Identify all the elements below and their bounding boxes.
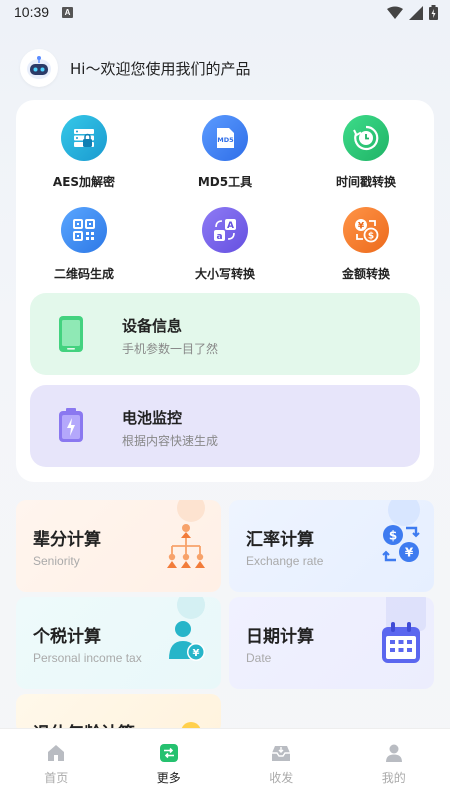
svg-text:¥: ¥: [358, 222, 365, 232]
greeting-row: Hi～欢迎您使用我们的产品: [20, 48, 250, 88]
device-info-banner[interactable]: 设备信息 手机参数一目了然: [30, 293, 420, 375]
battery-monitor-banner[interactable]: 电池监控 根据内容快速生成: [30, 385, 420, 467]
tool-letter-case[interactable]: Aa 大小写转换: [165, 207, 285, 282]
banner-title: 设备信息: [122, 317, 183, 335]
wifi-icon: [387, 6, 403, 19]
user-icon: [385, 744, 402, 762]
more-icon: [159, 744, 178, 762]
person-tax-icon: ¥: [167, 619, 207, 669]
svg-text:MD5: MD5: [217, 136, 234, 144]
calc-title: 辈分计算: [33, 530, 101, 550]
banner-subtitle: 手机参数一目了然: [122, 342, 219, 356]
calc-subtitle: Seniority: [33, 554, 80, 568]
signal-icon: [409, 5, 423, 20]
svg-text:A: A: [227, 221, 234, 231]
nav-inbox[interactable]: 收发: [225, 729, 338, 801]
greeting-text: Hi～欢迎您使用我们的产品: [70, 59, 251, 78]
calc-exchange-rate[interactable]: 汇率计算 Exchange rate $ ¥: [229, 500, 434, 592]
tool-aes[interactable]: AES加解密: [24, 115, 144, 190]
clock-refresh-icon: [343, 115, 389, 161]
battery-icon: [58, 407, 84, 447]
tool-label: MD5工具: [197, 175, 253, 189]
calc-title: 日期计算: [246, 627, 314, 647]
svg-text:a: a: [216, 232, 222, 242]
status-bar: 10:39 A: [0, 0, 450, 26]
nav-label: 收发: [269, 771, 294, 785]
status-time: 10:39: [14, 4, 50, 20]
server-lock-icon: [61, 115, 107, 161]
tool-currency[interactable]: ¥ $ 金额转换: [306, 207, 426, 282]
svg-text:¥: ¥: [193, 648, 200, 659]
notification-a-icon: A: [62, 7, 73, 18]
letter-case-icon: Aa: [202, 207, 248, 253]
tool-qrcode[interactable]: 二维码生成: [24, 207, 144, 282]
nav-home[interactable]: 首页: [0, 729, 113, 801]
currency-exchange-icon: ¥ $: [343, 207, 389, 253]
svg-text:¥: ¥: [405, 546, 414, 560]
qr-code-icon: [61, 207, 107, 253]
bottom-nav: 首页 更多 收发 我的: [0, 728, 450, 801]
calc-subtitle: Personal income tax: [33, 651, 142, 665]
nav-profile[interactable]: 我的: [338, 729, 450, 801]
inbox-icon: [272, 746, 291, 761]
calc-date[interactable]: 日期计算 Date: [229, 597, 434, 689]
home-icon: [48, 745, 65, 761]
calc-income-tax[interactable]: 个税计算 Personal income tax ¥: [16, 597, 221, 689]
phone-icon: [58, 315, 84, 357]
calc-title: 汇率计算: [246, 530, 314, 550]
nav-more[interactable]: 更多: [113, 729, 226, 801]
calc-title: 个税计算: [33, 627, 101, 647]
tool-timestamp[interactable]: 时间戳转换: [306, 115, 426, 190]
family-tree-icon: [165, 522, 207, 574]
svg-text:$: $: [368, 232, 374, 242]
calc-seniority[interactable]: 辈分计算 Seniority: [16, 500, 221, 592]
system-icons: [387, 5, 438, 20]
tool-label: 时间戳转换: [335, 175, 396, 189]
banner-subtitle: 根据内容快速生成: [122, 434, 219, 448]
md5-file-icon: MD5: [202, 115, 248, 161]
tool-md5[interactable]: MD5 MD5工具: [165, 115, 285, 190]
exchange-rate-icon: $ ¥: [380, 522, 422, 570]
tool-label: 金额转换: [341, 267, 390, 281]
nav-label: 我的: [381, 771, 406, 785]
nav-label: 更多: [156, 771, 181, 785]
svg-text:$: $: [389, 529, 397, 543]
battery-status-icon: [429, 5, 438, 20]
banner-title: 电池监控: [122, 409, 183, 427]
tool-label: AES加解密: [52, 175, 116, 189]
tools-card: AES加解密 MD5 MD5工具 时间戳转换 二维码生成 Aa 大小写转换 ¥ $…: [16, 100, 434, 482]
robot-avatar-icon: [20, 49, 58, 87]
calendar-icon: [380, 621, 422, 669]
tool-label: 二维码生成: [53, 267, 114, 281]
calc-subtitle: Exchange rate: [246, 554, 324, 568]
tool-label: 大小写转换: [194, 267, 255, 281]
nav-label: 首页: [44, 771, 69, 785]
calc-subtitle: Date: [246, 651, 272, 665]
